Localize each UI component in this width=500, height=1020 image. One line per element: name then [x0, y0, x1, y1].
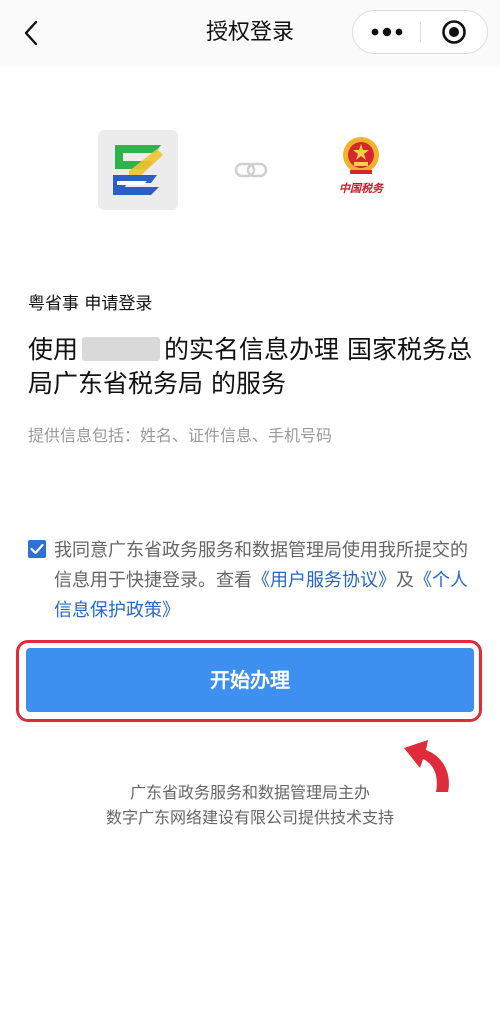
tax-bureau-logo: 中国税务: [326, 134, 396, 210]
masked-user-name: [82, 337, 161, 361]
top-nav-bar: 授权登录: [0, 0, 500, 66]
headline-prefix: 使用: [28, 335, 79, 364]
footer-sponsor: 广东省政务服务和数据管理局主办: [129, 783, 370, 802]
provided-info-text: 提供信息包括：姓名、证件信息、手机号码: [28, 426, 333, 445]
page-title: 授权登录: [205, 20, 294, 45]
back-button[interactable]: [14, 16, 48, 50]
target-close-icon: [442, 20, 466, 44]
authorization-headline: 使用 的实名信息办理 国家税务总局广东省税务局 的服务: [28, 333, 478, 401]
agreement-checkbox[interactable]: [28, 540, 46, 558]
close-button[interactable]: [421, 11, 487, 53]
more-dots-icon: [371, 27, 403, 37]
agreement-connector: 及: [396, 570, 414, 591]
tax-logo-text: 中国税务: [339, 182, 383, 195]
requester-label: 粤省事 申请登录: [28, 294, 153, 314]
user-service-agreement-link[interactable]: 《用户服务协议》: [252, 570, 396, 591]
chevron-left-icon: [24, 20, 38, 46]
national-emblem-icon: [343, 137, 379, 174]
start-button[interactable]: 开始办理: [26, 648, 474, 712]
footer: 广东省政务服务和数据管理局主办 数字广东网络建设有限公司提供技术支持: [0, 780, 500, 830]
link-icon: [234, 162, 268, 178]
agreement-text: 我同意广东省政务服务和数据管理局使用我所提交的信息用于快捷登录。查看《用户服务协…: [54, 536, 474, 626]
checkmark-icon: [30, 543, 44, 555]
mini-program-capsule: [352, 10, 488, 54]
more-button[interactable]: [353, 11, 421, 53]
footer-tech-support: 数字广东网络建设有限公司提供技术支持: [105, 808, 394, 827]
yue-sheng-shi-logo: [98, 130, 178, 210]
